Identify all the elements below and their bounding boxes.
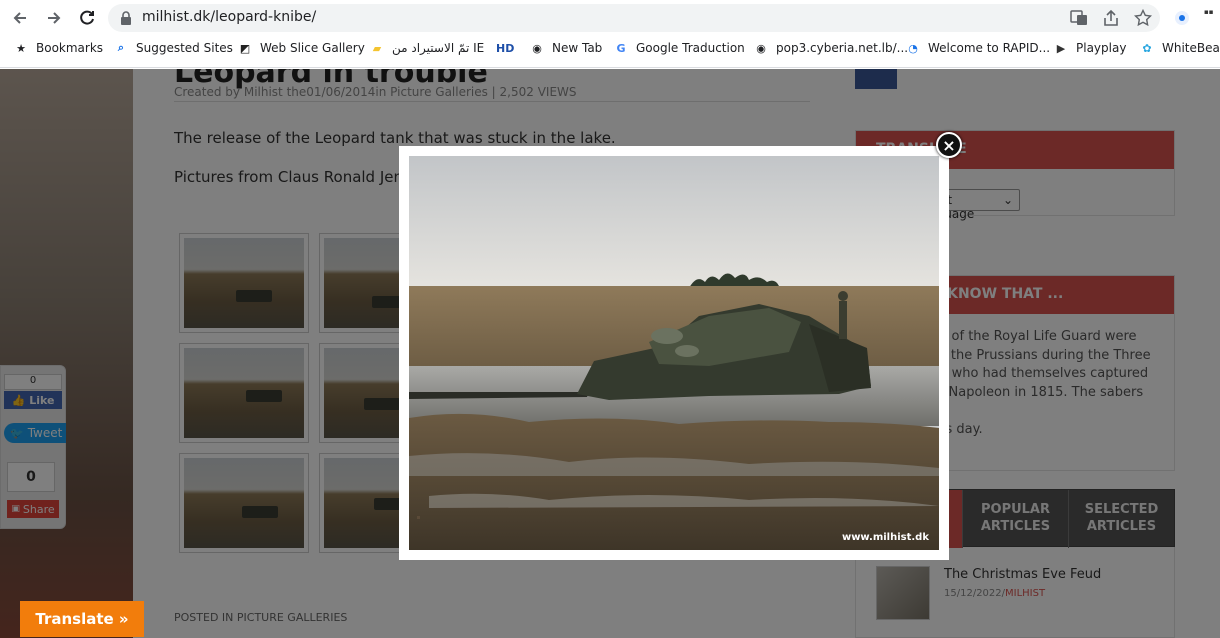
back-button[interactable] (8, 6, 32, 30)
watermark: www.milhist.dk (842, 532, 929, 543)
address-bar[interactable]: milhist.dk/leopard-knibe/ (108, 4, 1160, 32)
rapid-icon: ◔ (908, 41, 918, 55)
search-icon: ⌕ (117, 41, 125, 54)
browser-chrome: milhist.dk/leopard-knibe/ ▪▪ ★ Bookmarks ⌕… (0, 0, 1220, 68)
lightbox-dialog: www.milhist.dk (399, 146, 949, 560)
bookmark-item[interactable]: HDHD (496, 41, 522, 55)
bookmark-label: pop3.cyberia.net.lb/... (776, 41, 909, 55)
star-icon: ★ (16, 41, 26, 55)
bookmark-label: Web Slice Gallery (260, 41, 365, 55)
bookmark-item[interactable]: ◉ pop3.cyberia.net.lb/... (754, 41, 908, 55)
web-page: Leopard in trouble Created by Milhist th… (0, 69, 1220, 638)
share-icon[interactable] (1102, 9, 1120, 27)
google-translate-icon: G (616, 41, 626, 55)
bookmarks-bar: ★ Bookmarks ⌕ Suggested Sites ◩ Web Slice Gal… (0, 38, 1220, 62)
globe-icon: ◉ (532, 41, 542, 55)
bookmark-item[interactable]: ★ Bookmarks (14, 41, 103, 55)
reload-icon (80, 10, 94, 25)
bookmark-star-icon[interactable] (1134, 9, 1152, 27)
close-lightbox-button[interactable]: × (936, 132, 962, 158)
bookmark-label: New Tab (552, 41, 603, 55)
whitebeard-icon: ✿ (1142, 41, 1152, 55)
bookmark-label: Suggested Sites (136, 41, 233, 55)
lock-icon (121, 11, 131, 25)
bookmark-item[interactable]: ⌕ Suggested Sites (114, 41, 233, 55)
bookmark-label: WhiteBeard (1162, 41, 1220, 55)
translate-button[interactable]: Translate » (20, 601, 144, 637)
globe-icon: ◉ (756, 41, 766, 55)
tank-photo: www.milhist.dk (409, 156, 939, 550)
reload-button[interactable] (75, 6, 99, 30)
bookmark-label: تمّ الاستيراد من IE (392, 41, 485, 55)
translate-page-icon[interactable] (1070, 9, 1088, 27)
folder-icon: ▰ (372, 41, 382, 55)
bookmark-item[interactable]: G Google Traduction (614, 41, 745, 55)
url-text: milhist.dk/leopard-knibe/ (142, 9, 317, 25)
web-slice-icon: ◩ (239, 41, 251, 55)
bookmark-item[interactable]: ◔ Welcome to RAPID... (906, 41, 1050, 55)
bookmark-item[interactable]: ✿ WhiteBeard (1140, 41, 1220, 55)
arrow-left-icon (13, 12, 26, 24)
hd-icon: HD (496, 41, 515, 55)
bookmark-item[interactable]: ◩ Web Slice Gallery (238, 41, 365, 55)
bookmark-item[interactable]: ◉ New Tab (530, 41, 602, 55)
forward-button[interactable] (42, 6, 66, 30)
arrow-right-icon (48, 12, 61, 24)
tank-photo-image: www.milhist.dk (409, 156, 939, 550)
bookmark-item[interactable]: ▶ Playplay (1054, 41, 1127, 55)
profile-icon[interactable]: ▪▪ (1204, 8, 1220, 28)
bookmark-label: Playplay (1076, 41, 1127, 55)
bookmark-label: Google Traduction (636, 41, 745, 55)
close-icon: × (942, 135, 956, 155)
playplay-icon: ▶ (1056, 41, 1066, 55)
bookmark-label: Welcome to RAPID... (928, 41, 1051, 55)
bookmark-item[interactable]: ▰ تمّ الاستيراد من IE (370, 41, 484, 55)
bookmark-label: Bookmarks (36, 41, 104, 55)
extension-icon[interactable] (1174, 10, 1190, 26)
